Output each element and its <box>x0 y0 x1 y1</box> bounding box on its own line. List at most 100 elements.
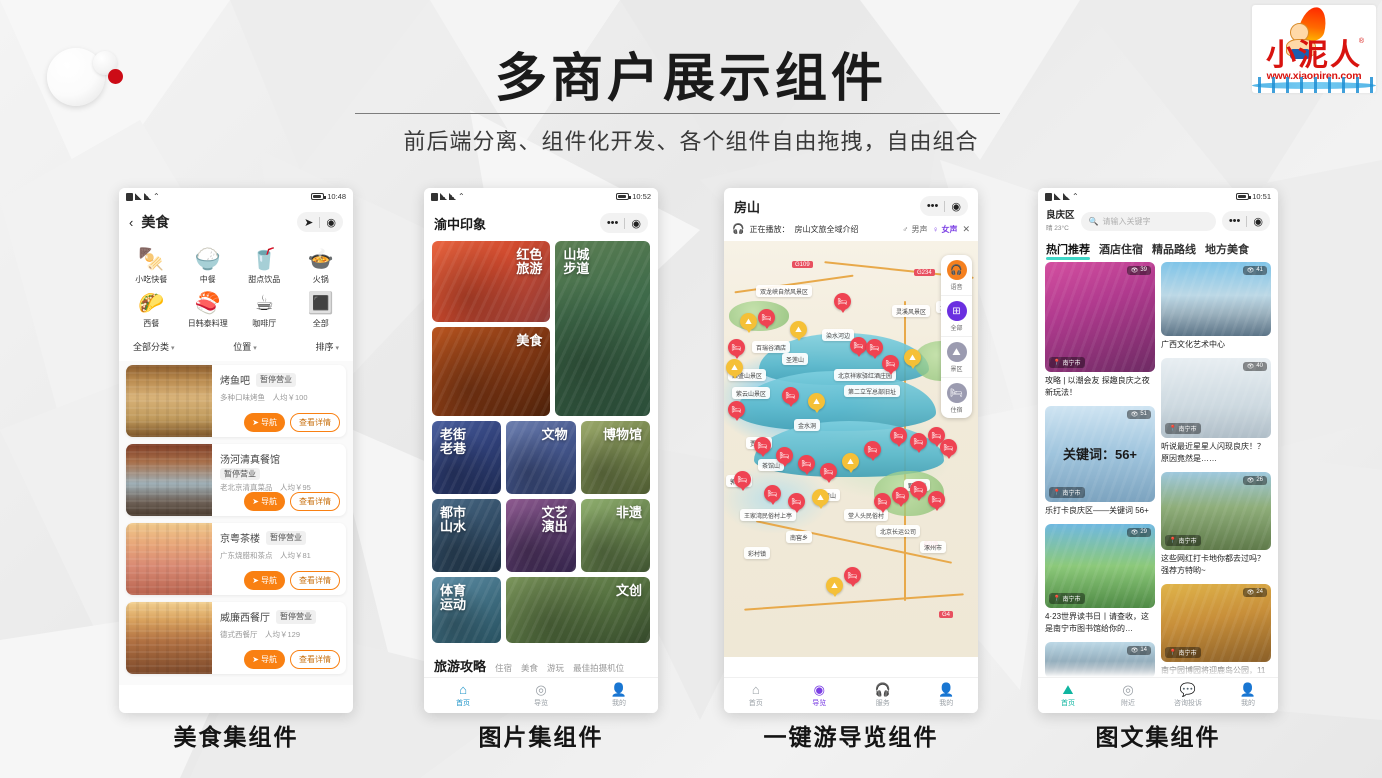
tile-intangible-heritage[interactable]: 非遗 <box>581 499 650 572</box>
map-control-scenic[interactable]: ⛰ 景区 <box>941 337 972 378</box>
map-pin-hotel[interactable]: 🛏 <box>734 471 751 492</box>
map-pin-hotel[interactable]: 🛏 <box>864 441 881 462</box>
nav-item-guide[interactable]: ◉ 导览 <box>788 683 852 708</box>
mini-program-capsule[interactable]: ••• ◉ <box>920 196 968 216</box>
filter-sort[interactable]: 排序 <box>316 340 339 353</box>
more-dots-icon[interactable]: ••• <box>607 217 619 229</box>
target-icon[interactable]: ◉ <box>631 217 641 230</box>
tile-red-tourism[interactable]: 红色 旅游 <box>432 241 550 322</box>
nav-item-home[interactable]: ⌂ 首页 <box>424 683 502 708</box>
list-item[interactable]: 👁41 广西文化艺术中心 <box>1161 262 1271 351</box>
map-pin-hotel[interactable]: 🛏 <box>798 455 815 476</box>
close-icon[interactable]: ✕ <box>962 224 970 235</box>
guide-tab-play[interactable]: 游玩 <box>547 662 564 674</box>
map-pin-scenic[interactable]: ⛰ <box>904 349 921 370</box>
map-pin-hotel[interactable]: 🛏 <box>764 485 781 506</box>
map-pin-hotel[interactable]: 🛏 <box>910 433 927 454</box>
category-item[interactable]: 🍢 小吃快餐 <box>123 243 180 287</box>
tile-arts-performance[interactable]: 文艺 演出 <box>506 499 575 572</box>
tab-local-food[interactable]: 地方美食 <box>1205 241 1249 257</box>
filter-location[interactable]: 位置 <box>233 340 256 353</box>
map-pin-hotel[interactable]: 🛏 <box>776 447 793 468</box>
nav-item-service[interactable]: 🎧 服务 <box>851 683 915 708</box>
map-pin-hotel[interactable]: 🛏 <box>850 337 867 358</box>
navigate-icon[interactable]: ➤ <box>304 216 313 229</box>
mini-program-capsule[interactable]: ➤ ◉ <box>297 212 343 232</box>
map-control-lodging[interactable]: 🛏 住宿 <box>941 378 972 418</box>
nav-item-profile[interactable]: 👤 我的 <box>915 683 979 708</box>
map-pin-hotel[interactable]: 🛏 <box>820 463 837 484</box>
map-pin-scenic[interactable]: ⛰ <box>842 453 859 474</box>
tile-museum[interactable]: 博物馆 <box>581 421 650 494</box>
guide-tab-food[interactable]: 美食 <box>521 662 538 674</box>
map-pin-scenic[interactable]: ⛰ <box>826 577 843 598</box>
list-item[interactable]: 👁40 📍南宁市 听说最近星星人闪现良庆！？原因竟然是…… <box>1161 358 1271 465</box>
tab-routes[interactable]: 精品路线 <box>1152 241 1196 257</box>
map-pin-hotel[interactable]: 🛏 <box>754 437 771 458</box>
tile-cultural-creative[interactable]: 文创 <box>506 577 650 643</box>
guide-tab-lodging[interactable]: 住宿 <box>495 662 512 674</box>
map-pin-hotel[interactable]: 🛏 <box>788 493 805 514</box>
category-item[interactable]: 🌮 西餐 <box>123 287 180 331</box>
tile-food[interactable]: 美食 <box>432 327 550 416</box>
nav-item-home[interactable]: ⌂ 首页 <box>724 683 788 708</box>
interactive-map[interactable]: G109 G234 G5 G4 双龙峡自然风景区 灵溪风景区 染水河边 百瑞谷酒… <box>724 241 978 657</box>
voice-male-option[interactable]: ♂ 男声 <box>902 224 927 235</box>
map-pin-hotel[interactable]: 🛏 <box>834 293 851 314</box>
map-pin-hotel[interactable]: 🛏 <box>874 493 891 514</box>
more-dots-icon[interactable]: ••• <box>927 200 939 212</box>
navigate-button[interactable]: ➤导航 <box>244 413 285 432</box>
nav-item-profile[interactable]: 👤 我的 <box>580 683 658 708</box>
map-pin-hotel[interactable]: 🛏 <box>882 355 899 376</box>
more-dots-icon[interactable]: ••• <box>1229 215 1241 227</box>
detail-button[interactable]: 查看详情 <box>290 650 340 669</box>
category-item[interactable]: 🥤 甜点饮品 <box>236 243 293 287</box>
category-item[interactable]: 🔳 全部 <box>293 287 350 331</box>
filter-category[interactable]: 全部分类 <box>133 340 174 353</box>
map-pin-scenic[interactable]: ⛰ <box>790 321 807 342</box>
list-item[interactable]: 👁26 📍南宁市 这些网红打卡地你都去过吗？强荐方特哟~ <box>1161 472 1271 577</box>
tab-hot-recommend[interactable]: 热门推荐 <box>1046 241 1090 257</box>
map-pin-scenic[interactable]: ⛰ <box>808 393 825 414</box>
detail-button[interactable]: 查看详情 <box>290 492 340 511</box>
nav-item-profile[interactable]: 👤 我的 <box>1218 683 1278 708</box>
table-row[interactable]: 威廉西餐厅 暂停营业 德式西餐厅 人均￥129 ➤导航 查看详情 <box>126 602 346 674</box>
detail-button[interactable]: 查看详情 <box>290 413 340 432</box>
category-item[interactable]: ☕ 咖啡厅 <box>236 287 293 331</box>
table-row[interactable]: 汤河清真餐馆 暂停营业 老北京清真菜品 人均￥95 ➤导航 查看详情 <box>126 444 346 516</box>
voice-female-option[interactable]: ♀ 女声 <box>932 224 957 235</box>
category-item[interactable]: 🍣 日韩泰料理 <box>180 287 237 331</box>
tab-hotels[interactable]: 酒店住宿 <box>1099 241 1143 257</box>
map-pin-scenic[interactable]: ⛰ <box>726 359 743 380</box>
table-row[interactable]: 京粤茶楼 暂停营业 广东烧腊和茶点 人均￥81 ➤导航 查看详情 <box>126 523 346 595</box>
target-icon[interactable]: ◉ <box>951 200 961 213</box>
map-pin-hotel[interactable]: 🛏 <box>928 491 945 512</box>
category-item[interactable]: 🍲 火锅 <box>293 243 350 287</box>
map-pin-hotel[interactable]: 🛏 <box>910 481 927 502</box>
tile-sports[interactable]: 体育 运动 <box>432 577 501 643</box>
guide-tab-photo-spots[interactable]: 最佳拍摄机位 <box>573 662 624 674</box>
nav-item-nearby[interactable]: ◎ 附近 <box>1098 683 1158 708</box>
tile-mountain-trail[interactable]: 山城 步道 <box>555 241 650 416</box>
list-item[interactable]: 👁39 📍南宁市 攻略 | 以潮会友 探趣良庆之夜新玩法！ <box>1045 262 1155 399</box>
list-item[interactable]: 👁51 关键词：56+ 📍南宁市 乐打卡良庆区——关键词 56+ <box>1045 406 1155 517</box>
tile-cultural-relics[interactable]: 文物 <box>506 421 575 494</box>
mini-program-capsule[interactable]: ••• ◉ <box>600 213 648 233</box>
navigate-button[interactable]: ➤导航 <box>244 492 285 511</box>
target-icon[interactable]: ◉ <box>1253 215 1263 228</box>
detail-button[interactable]: 查看详情 <box>290 571 340 590</box>
table-row[interactable]: 烤鱼吧 暂停营业 多种口味烤鱼 人均￥100 ➤导航 查看详情 <box>126 365 346 437</box>
map-pin-hotel[interactable]: 🛏 <box>728 401 745 422</box>
nav-item-guide[interactable]: ◎ 导览 <box>502 683 580 708</box>
map-pin-hotel[interactable]: 🛏 <box>940 439 957 460</box>
mini-program-capsule[interactable]: ••• ◉ <box>1222 211 1270 231</box>
search-input[interactable]: 🔍 请输入关键字 <box>1081 212 1216 231</box>
map-pin-scenic[interactable]: ⛰ <box>740 313 757 334</box>
tile-urban-landscape[interactable]: 都市 山水 <box>432 499 501 572</box>
navigate-button[interactable]: ➤导航 <box>244 650 285 669</box>
nav-item-feedback[interactable]: 💬 咨询投诉 <box>1158 683 1218 708</box>
nav-item-home[interactable]: ⛰ 首页 <box>1038 683 1098 708</box>
map-pin-hotel[interactable]: 🛏 <box>866 339 883 360</box>
target-icon[interactable]: ◉ <box>326 216 336 229</box>
map-pin-hotel[interactable]: 🛏 <box>844 567 861 588</box>
